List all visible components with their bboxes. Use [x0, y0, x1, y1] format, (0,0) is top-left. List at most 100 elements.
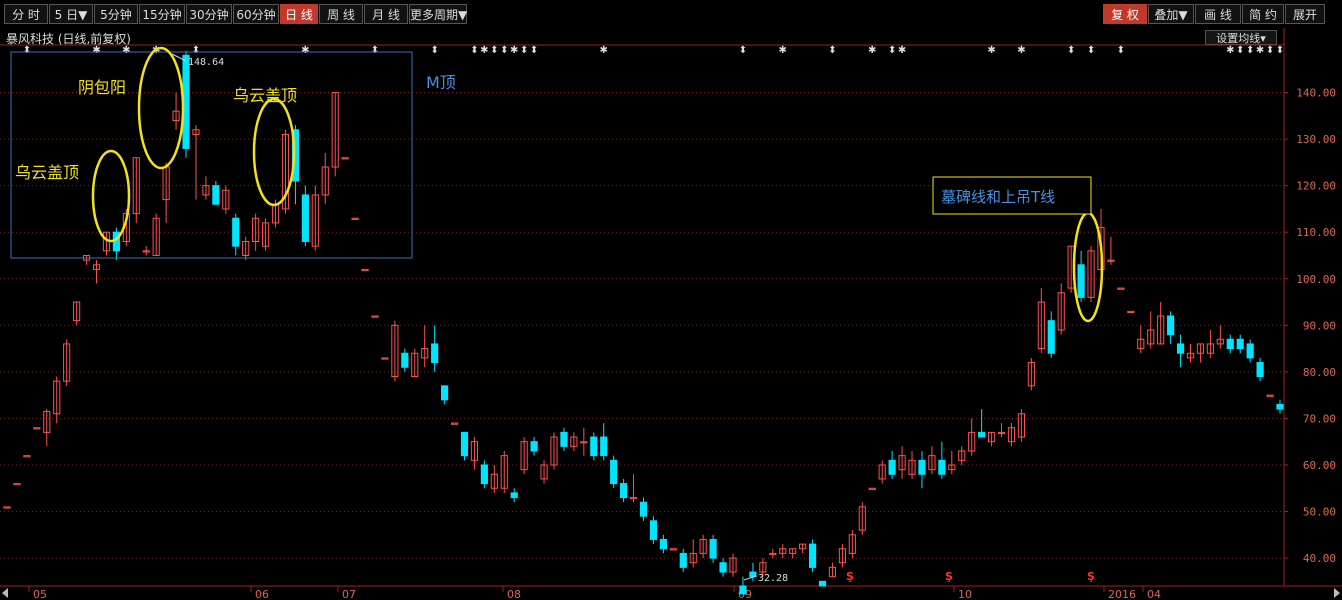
candle-body [808, 543, 817, 568]
tombstone-label: 墓碑线和上吊T线 [941, 188, 1055, 206]
wu-yun-label-1: 乌云盖顶 [15, 163, 79, 182]
candle [699, 534, 707, 559]
candle [500, 451, 508, 493]
candle [1236, 334, 1244, 354]
candle-body [1176, 343, 1185, 354]
candle [828, 562, 837, 578]
candle [997, 423, 1006, 438]
candle [530, 437, 538, 456]
candle-body [888, 459, 896, 475]
signal-marker-icon: ⬍ [888, 45, 896, 56]
candle [908, 451, 916, 479]
candle [808, 539, 817, 573]
candle [749, 562, 757, 582]
candle-body [450, 422, 459, 425]
x-tick-label: 05 [33, 588, 47, 600]
y-tick-label: 40.00 [1303, 552, 1336, 565]
yin-bao-yang-label: 阴包阳 [78, 78, 126, 97]
candle-body [351, 217, 359, 220]
candle [441, 385, 449, 405]
candle [480, 460, 488, 489]
candle [948, 451, 956, 475]
x-tick-label: 08 [507, 588, 521, 600]
candle [3, 506, 11, 509]
candle [421, 325, 429, 368]
candle [1007, 423, 1016, 447]
candle [1266, 394, 1274, 397]
candle-body [938, 459, 946, 475]
candle [818, 580, 827, 587]
candle [878, 460, 886, 484]
candle-body [610, 459, 618, 485]
y-tick-label: 70.00 [1303, 412, 1336, 425]
y-tick-label: 90.00 [1303, 319, 1336, 332]
candle [679, 548, 687, 573]
candle [898, 446, 906, 479]
candle [719, 558, 727, 577]
signal-marker-icon: ⬍ [739, 45, 747, 56]
signal-marker-icon: ⬍ [1067, 45, 1075, 56]
candle [1167, 311, 1175, 344]
sell-signal-icon: Ş [1087, 570, 1095, 583]
candle [1206, 329, 1214, 358]
candle-body [868, 487, 876, 490]
signal-marker-icon: ⬍ [1087, 45, 1095, 56]
candle-body [590, 436, 598, 457]
candle [13, 483, 21, 486]
signal-marker-icon: ✱ [868, 45, 876, 56]
candle [649, 516, 658, 545]
signal-marker-icon: ⬍ [1246, 45, 1254, 56]
candle [82, 254, 91, 265]
y-tick-label: 110.00 [1296, 226, 1336, 239]
candle-body [978, 431, 986, 438]
candle [53, 376, 61, 424]
signal-marker-icon: ✱ [301, 45, 309, 56]
candle [769, 548, 777, 559]
x-tick-label: 2016 [1108, 588, 1136, 600]
candle-body [1246, 343, 1254, 359]
candle [550, 432, 558, 470]
candle-body [441, 385, 449, 401]
y-tick-label: 50.00 [1303, 506, 1336, 519]
candle [848, 530, 856, 559]
y-tick-label: 80.00 [1303, 366, 1336, 379]
candles [3, 50, 1284, 595]
candle [142, 246, 150, 256]
candle-body [23, 455, 31, 458]
sell-signal-icon: Ş [945, 570, 953, 583]
candle-body [1226, 338, 1234, 350]
candle-body [560, 431, 568, 447]
candle [202, 176, 210, 200]
candle [1027, 357, 1035, 391]
candle [938, 441, 946, 479]
signal-marker-icon: ⬍ [470, 45, 478, 56]
candle [1087, 246, 1095, 303]
m-top-box [10, 51, 413, 259]
candle [261, 218, 270, 251]
candle [232, 213, 240, 256]
x-tick-label: 06 [255, 588, 269, 600]
candle [1157, 302, 1165, 345]
candle [868, 487, 876, 490]
candle [1037, 288, 1045, 354]
y-tick-label: 130.00 [1296, 133, 1336, 146]
y-tick-label: 60.00 [1303, 459, 1336, 472]
signal-marker-icon: ⬍ [430, 45, 438, 56]
signal-marker-icon: ✱ [122, 45, 130, 56]
signal-marker-icon: ⬍ [1266, 45, 1274, 56]
candle [33, 427, 41, 430]
candle-body [401, 352, 409, 368]
candle [1186, 343, 1195, 363]
candle [132, 157, 140, 223]
candle-body [600, 436, 608, 457]
wu-yun-label-2: 乌云盖顶 [233, 86, 297, 105]
candle [1047, 311, 1055, 358]
candle-body [301, 194, 309, 243]
candle [212, 181, 220, 205]
candle-body [1117, 287, 1125, 290]
candle-body [739, 585, 747, 595]
candle [520, 437, 528, 475]
signal-marker-icon: ⬍ [530, 45, 538, 56]
x-tick-label: 07 [342, 588, 356, 600]
candle-body [341, 157, 349, 160]
